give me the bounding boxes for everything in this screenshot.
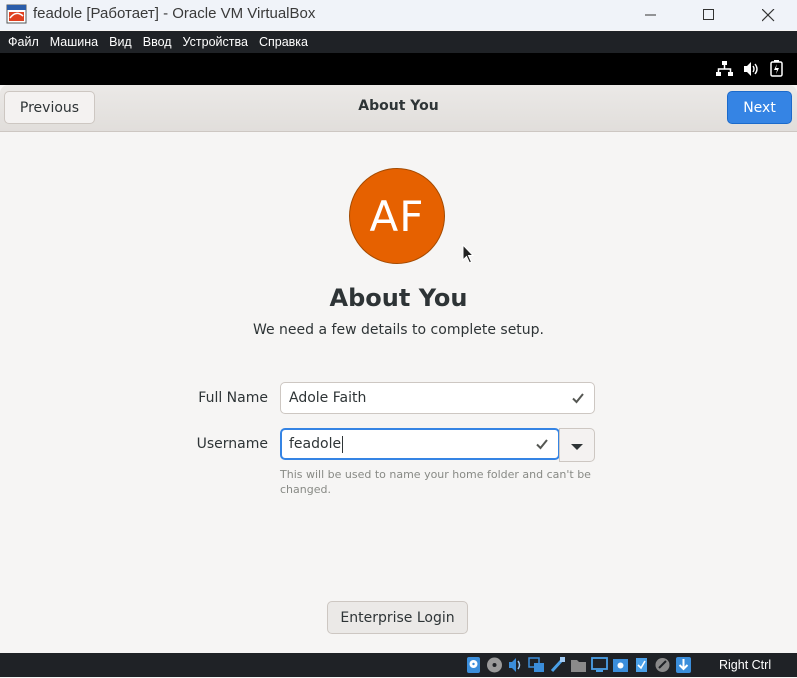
avatar-initials: AF <box>369 191 425 241</box>
checkmark-icon <box>572 392 584 408</box>
shared-folders-icon[interactable] <box>570 656 587 674</box>
full-name-value: Adole Faith <box>289 390 367 406</box>
guest-top-bar <box>0 53 797 85</box>
text-cursor <box>342 435 344 453</box>
username-hint: This will be used to name your home fold… <box>280 468 591 496</box>
setup-header-bar: Previous About You Next <box>0 85 797 132</box>
keyboard-capture-icon[interactable] <box>675 656 692 674</box>
close-button[interactable] <box>739 0 797 30</box>
menu-input[interactable]: Ввод <box>143 35 172 49</box>
cpu-icon[interactable] <box>633 656 650 674</box>
virtualbox-app-icon <box>6 4 27 24</box>
menu-bar: Файл Машина Вид Ввод Устройства Справка <box>0 31 797 53</box>
volume-icon[interactable] <box>743 61 760 77</box>
mouse-integration-icon[interactable] <box>654 656 671 674</box>
mouse-pointer-icon <box>462 243 475 269</box>
menu-help[interactable]: Справка <box>259 35 308 49</box>
next-button[interactable]: Next <box>727 91 792 124</box>
optical-drive-icon[interactable] <box>486 656 503 674</box>
username-label: Username <box>196 436 268 452</box>
recording-icon[interactable] <box>612 656 629 674</box>
host-key-label: Right Ctrl <box>719 658 772 672</box>
status-bar: Right Ctrl <box>0 653 797 677</box>
minimize-button[interactable] <box>622 0 680 30</box>
header-title: About You <box>358 98 439 114</box>
battery-icon[interactable] <box>770 60 783 77</box>
full-name-field[interactable]: Adole Faith <box>280 382 595 414</box>
menu-machine[interactable]: Машина <box>50 35 98 49</box>
hard-disk-icon[interactable] <box>465 656 482 674</box>
usb-icon[interactable] <box>549 656 566 674</box>
full-name-label: Full Name <box>198 390 268 406</box>
page-title: About You <box>329 284 468 312</box>
window-titlebar: feadole [Работает] - Oracle VM VirtualBo… <box>0 0 797 30</box>
enterprise-login-button[interactable]: Enterprise Login <box>327 601 468 634</box>
avatar[interactable]: AF <box>349 168 445 264</box>
menu-view[interactable]: Вид <box>109 35 132 49</box>
audio-icon[interactable] <box>507 656 524 674</box>
menu-devices[interactable]: Устройства <box>183 35 248 49</box>
username-value: feadole <box>289 436 342 452</box>
maximize-button[interactable] <box>680 0 738 30</box>
page-subtitle: We need a few details to complete setup. <box>252 322 545 338</box>
chevron-down-icon <box>571 436 583 455</box>
checkmark-icon <box>536 438 548 454</box>
display-icon[interactable] <box>591 656 608 674</box>
menu-file[interactable]: Файл <box>8 35 39 49</box>
network-icon[interactable] <box>716 60 733 77</box>
username-field[interactable]: feadole <box>280 428 560 460</box>
username-suggestions-dropdown[interactable] <box>559 428 595 462</box>
network-adapter-icon[interactable] <box>528 656 545 674</box>
window-title: feadole [Работает] - Oracle VM VirtualBo… <box>33 5 316 22</box>
